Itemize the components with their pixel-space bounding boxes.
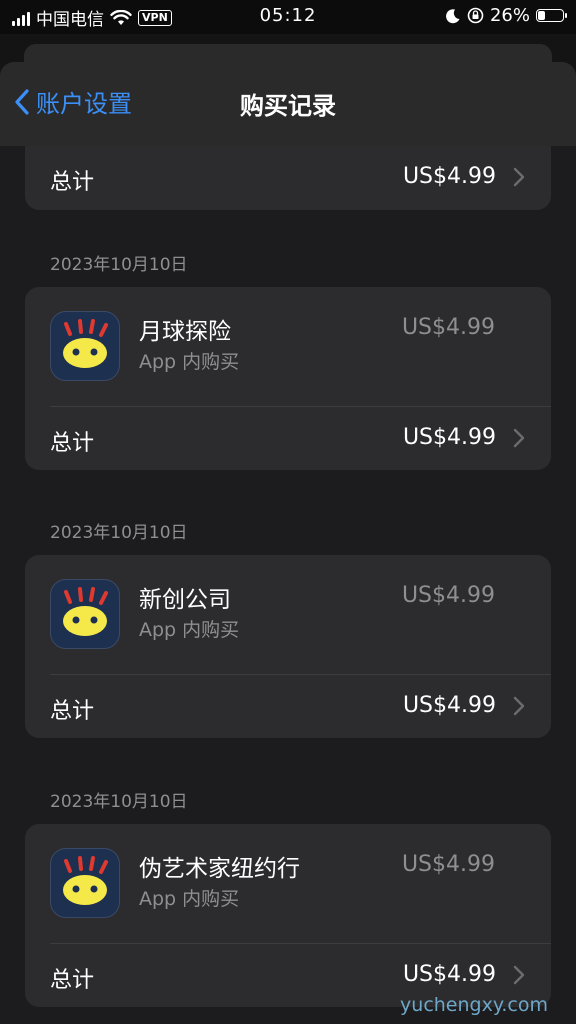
item-type: App 内购买 bbox=[139, 351, 240, 373]
battery-percent: 26% bbox=[489, 5, 530, 26]
status-right: 26% bbox=[445, 5, 567, 26]
date-header: 2023年10月10日 bbox=[50, 255, 188, 275]
total-row[interactable]: 总计 US$4.99 bbox=[25, 407, 551, 470]
chevron-right-icon bbox=[513, 696, 525, 716]
total-price: US$4.99 bbox=[402, 962, 496, 987]
app-icon bbox=[50, 579, 120, 649]
navigation-bar: 账户设置 购买记录 bbox=[0, 62, 576, 146]
item-name: 伪艺术家纽约行 bbox=[139, 856, 300, 882]
item-price: US$4.99 bbox=[401, 583, 495, 608]
total-label: 总计 bbox=[50, 968, 95, 993]
total-label: 总计 bbox=[50, 170, 95, 195]
total-label: 总计 bbox=[50, 431, 95, 456]
total-price: US$4.99 bbox=[402, 164, 496, 189]
purchase-item-row[interactable]: 伪艺术家纽约行 App 内购买 US$4.99 bbox=[25, 824, 551, 944]
app-icon bbox=[50, 311, 120, 381]
purchase-item-row[interactable]: 新创公司 App 内购买 US$4.99 bbox=[25, 555, 551, 675]
total-row[interactable]: 总计 US$4.99 bbox=[25, 675, 551, 738]
moon-icon bbox=[446, 8, 460, 23]
battery-icon bbox=[536, 9, 567, 22]
item-price: US$4.99 bbox=[401, 852, 495, 877]
screen: 中国电信 VPN 05:12 26% 账户设置 购买记录 总计 US$4.99 … bbox=[0, 0, 576, 1024]
purchase-card: 月球探险 App 内购买 US$4.99 总计 US$4.99 bbox=[25, 287, 551, 470]
item-type: App 内购买 bbox=[139, 888, 240, 910]
total-price: US$4.99 bbox=[402, 693, 496, 718]
total-row[interactable]: 总计 US$4.99 bbox=[25, 146, 551, 210]
chevron-right-icon bbox=[513, 167, 525, 187]
total-price: US$4.99 bbox=[402, 425, 496, 450]
item-price: US$4.99 bbox=[401, 315, 495, 340]
orientation-lock-icon bbox=[467, 7, 484, 24]
watermark: yuchengxy.com bbox=[400, 994, 548, 1016]
purchase-item-row[interactable]: 月球探险 App 内购买 US$4.99 bbox=[25, 287, 551, 407]
purchase-history-sheet: 账户设置 购买记录 总计 US$4.99 2023年10月10日 月球探险 Ap… bbox=[0, 62, 576, 1024]
status-bar: 中国电信 VPN 05:12 26% bbox=[0, 0, 576, 34]
date-header: 2023年10月10日 bbox=[50, 792, 188, 812]
app-icon bbox=[50, 848, 120, 918]
chevron-right-icon bbox=[513, 965, 525, 985]
battery-level bbox=[538, 11, 545, 20]
date-header: 2023年10月10日 bbox=[50, 523, 188, 543]
purchase-card: 伪艺术家纽约行 App 内购买 US$4.99 总计 US$4.99 bbox=[25, 824, 551, 1007]
chevron-right-icon bbox=[513, 428, 525, 448]
purchase-card: 新创公司 App 内购买 US$4.99 总计 US$4.99 bbox=[25, 555, 551, 738]
purchase-card-top: 总计 US$4.99 bbox=[25, 146, 551, 210]
page-title: 购买记录 bbox=[240, 92, 336, 120]
item-name: 月球探险 bbox=[139, 319, 231, 345]
item-name: 新创公司 bbox=[139, 587, 231, 613]
item-type: App 内购买 bbox=[139, 619, 240, 641]
total-label: 总计 bbox=[50, 699, 95, 724]
